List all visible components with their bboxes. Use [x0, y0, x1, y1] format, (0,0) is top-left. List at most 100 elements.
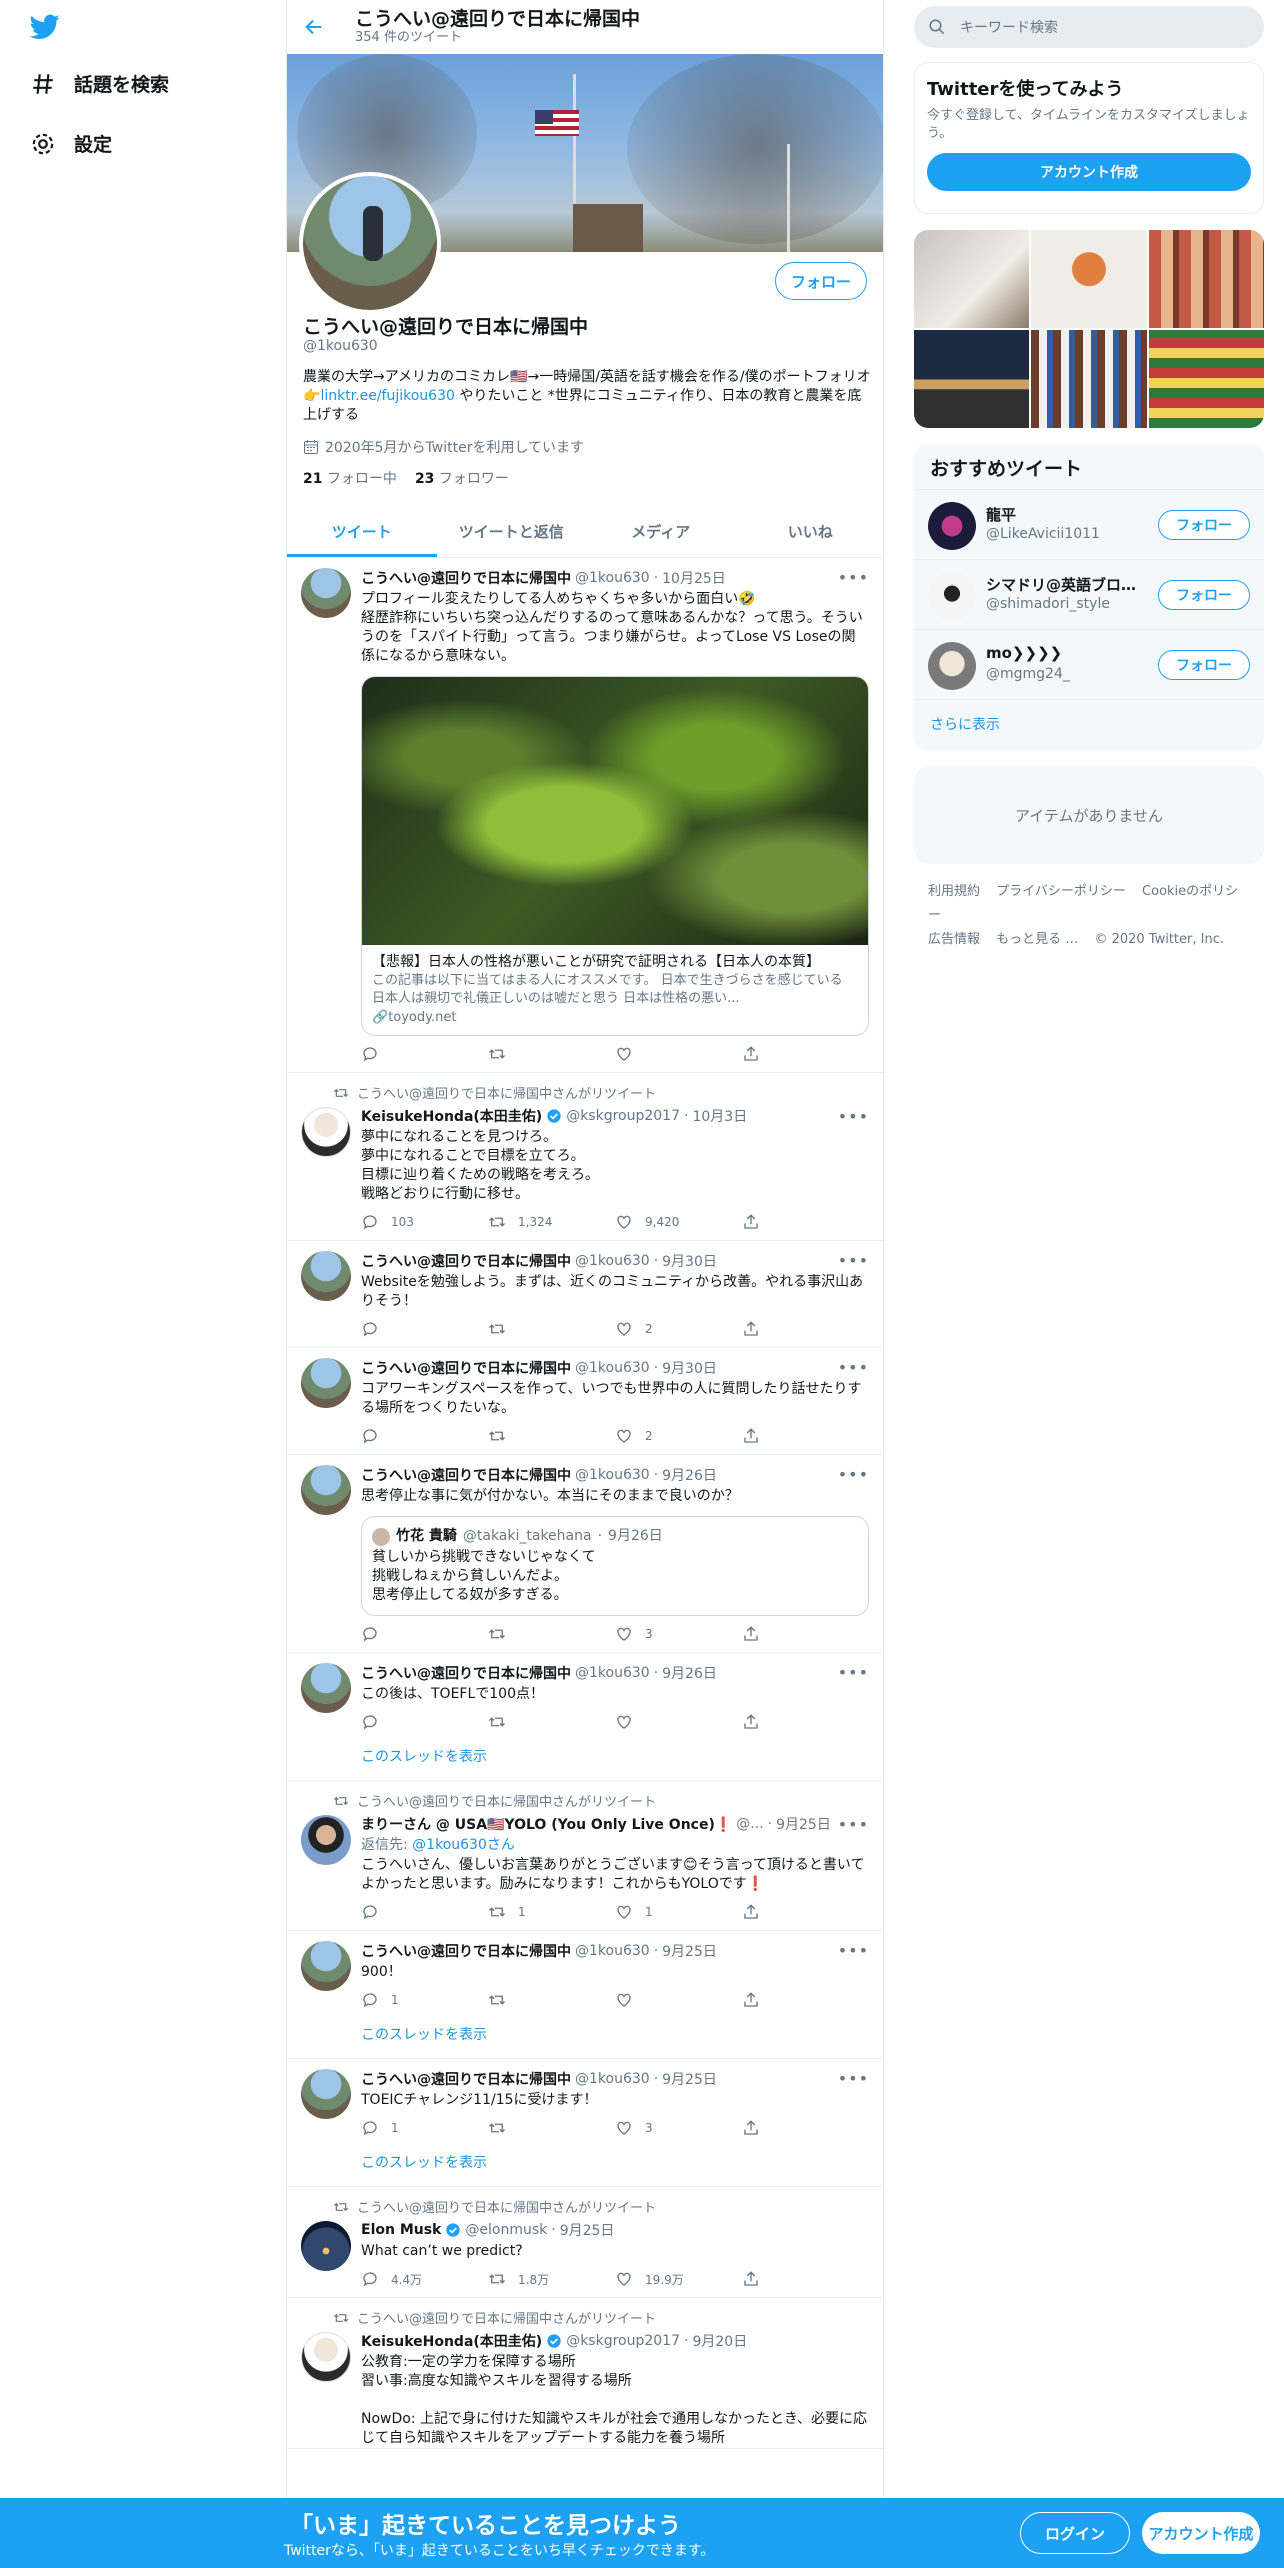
like-button[interactable] [615, 1045, 742, 1063]
retweet-button[interactable] [488, 1045, 615, 1063]
more-options-icon[interactable]: ••• [838, 1815, 869, 1834]
media-thumbnail[interactable] [1031, 330, 1147, 428]
tweet-author-handle[interactable]: @... [736, 1816, 763, 1832]
tweet[interactable]: ••• こうへい@遠回りで日本に帰国中 @1kou630 · 9月25日 900！ 1… [287, 1931, 883, 2059]
more-options-icon[interactable]: ••• [838, 2069, 869, 2088]
follow-button[interactable]: フォロー [775, 262, 867, 300]
reply-button[interactable] [361, 1045, 488, 1063]
tweet-date[interactable]: 9月25日 [662, 1941, 717, 1961]
tweet-author-name[interactable]: こうへい@遠回りで日本に帰国中 [361, 1941, 571, 1961]
like-button[interactable]: 1 [615, 1903, 742, 1921]
avatar[interactable] [301, 1941, 351, 1991]
avatar[interactable] [301, 2069, 351, 2119]
more-options-icon[interactable]: ••• [838, 1941, 869, 1960]
share-button[interactable] [742, 1713, 869, 1731]
more-options-icon[interactable]: ••• [838, 1107, 869, 1126]
followers-link[interactable]: 23 フォロワー [415, 468, 509, 488]
avatar[interactable] [301, 1663, 351, 1713]
like-button[interactable]: 2 [615, 1320, 742, 1338]
share-button[interactable] [742, 2119, 869, 2137]
share-button[interactable] [742, 1213, 869, 1231]
retweet-button[interactable] [488, 1991, 615, 2009]
tweet[interactable]: ••• こうへい@遠回りで日本に帰国中 @1kou630 · 9月30日 コアワーキン… [287, 1348, 883, 1455]
tweet-author-name[interactable]: こうへい@遠回りで日本に帰国中 [361, 568, 571, 588]
tweet-author-handle[interactable]: @1kou630 [575, 2071, 650, 2087]
footer-more[interactable]: もっと見る … [996, 932, 1078, 947]
media-thumbnail[interactable] [1148, 230, 1264, 328]
tab-media[interactable]: メディア [586, 506, 736, 557]
tweet[interactable]: こうへい@遠回りで日本に帰国中さんがリツイート KeisukeHonda(本田圭… [287, 2298, 883, 2449]
reply-to-handle[interactable]: @1kou630さん [412, 1837, 515, 1853]
tweet-author-name[interactable]: KeisukeHonda(本田圭佑) [361, 1106, 542, 1126]
more-options-icon[interactable]: ••• [838, 1251, 869, 1270]
tweet[interactable]: ••• こうへい@遠回りで日本に帰国中 @1kou630 · 9月25日 TOEICチ… [287, 2059, 883, 2187]
share-button[interactable] [742, 2270, 869, 2288]
tweet-date[interactable]: 10月25日 [662, 568, 726, 588]
tweet-date[interactable]: 9月30日 [662, 1251, 717, 1271]
share-button[interactable] [742, 1625, 869, 1643]
retweet-button[interactable] [488, 1427, 615, 1445]
footer-ads[interactable]: 広告情報 [928, 932, 980, 947]
share-button[interactable] [742, 1045, 869, 1063]
avatar[interactable] [301, 1251, 351, 1301]
nav-explore[interactable]: 話題を検索 [30, 70, 169, 97]
like-button[interactable]: 3 [615, 1625, 742, 1643]
footer-terms[interactable]: 利用規約 [928, 884, 980, 899]
follow-button[interactable]: フォロー [1158, 650, 1250, 680]
retweet-button[interactable] [488, 1713, 615, 1731]
tweet-author-handle[interactable]: @kskgroup2017 [566, 1108, 680, 1124]
retweet-button[interactable] [488, 2119, 615, 2137]
reply-button[interactable] [361, 1903, 488, 1921]
avatar[interactable] [301, 2332, 351, 2382]
reply-button[interactable]: 103 [361, 1213, 488, 1231]
tweet[interactable]: ••• こうへい@遠回りで日本に帰国中 @1kou630 · 9月26日 思考停止な事… [287, 1455, 883, 1653]
reply-button[interactable]: 4.4万 [361, 2270, 488, 2288]
media-thumbnail[interactable] [914, 230, 1030, 328]
tweet-author-handle[interactable]: @1kou630 [575, 1665, 650, 1681]
tweet-date[interactable]: 9月30日 [662, 1358, 717, 1378]
tweet[interactable]: こうへい@遠回りで日本に帰国中さんがリツイート ••• KeisukeHonda… [287, 1073, 883, 1241]
create-account-button[interactable]: アカウント作成 [927, 153, 1251, 191]
tweet[interactable]: ••• こうへい@遠回りで日本に帰国中 @1kou630 · 10月25日 プロフィー… [287, 558, 883, 1073]
show-more-link[interactable]: さらに表示 [914, 700, 1264, 748]
bio-link[interactable]: linktr.ee/fujikou630 [320, 388, 454, 404]
tweet-author-name[interactable]: こうへい@遠回りで日本に帰国中 [361, 1465, 571, 1485]
avatar[interactable] [301, 1465, 351, 1515]
footer-privacy[interactable]: プライバシーポリシー [996, 884, 1126, 899]
tweet-author-handle[interactable]: @1kou630 [575, 570, 650, 586]
more-options-icon[interactable]: ••• [838, 1358, 869, 1377]
avatar[interactable] [928, 502, 976, 550]
tweet-author-handle[interactable]: @1kou630 [575, 1943, 650, 1959]
profile-avatar[interactable] [299, 172, 441, 314]
tweet[interactable]: こうへい@遠回りで日本に帰国中さんがリツイート Elon Musk @elonmu… [287, 2187, 883, 2298]
quoted-tweet[interactable]: 竹花 貴騎 @takaki_takehana · 9月26日 貧しいから挑戦できないじ… [361, 1516, 869, 1616]
search-input[interactable]: キーワード検索 [914, 6, 1264, 48]
follow-button[interactable]: フォロー [1158, 510, 1250, 540]
tweet-author-handle[interactable]: @1kou630 [575, 1467, 650, 1483]
recommended-account[interactable]: mo❯❯❯❯ @mgmg24_ フォロー [914, 630, 1264, 700]
share-button[interactable] [742, 1991, 869, 2009]
show-thread-link[interactable]: このスレッドを表示 [361, 1740, 869, 1780]
like-button[interactable]: 2 [615, 1427, 742, 1445]
media-thumbnail[interactable] [1031, 230, 1147, 328]
like-button[interactable]: 19.9万 [615, 2270, 742, 2288]
tweet-author-name[interactable]: まりーさん @ USA🇺🇸YOLO (You Only Live Once)❗ [361, 1814, 732, 1834]
nav-settings[interactable]: 設定 [30, 130, 112, 157]
signup-button[interactable]: アカウント作成 [1142, 2512, 1260, 2554]
retweet-button[interactable]: 1.8万 [488, 2270, 615, 2288]
like-button[interactable] [615, 1991, 742, 2009]
tweet-author-name[interactable]: こうへい@遠回りで日本に帰国中 [361, 2069, 571, 2089]
more-options-icon[interactable]: ••• [838, 568, 869, 587]
tweet-author-handle[interactable]: @1kou630 [575, 1253, 650, 1269]
tweet-date[interactable]: 9月25日 [776, 1814, 831, 1834]
tweet-author-handle[interactable]: @elonmusk [465, 2222, 547, 2238]
link-card[interactable]: 【悲報】日本人の性格が悪いことが研究で証明される【日本人の本質】 この記事は以下… [361, 676, 869, 1036]
tweet[interactable]: こうへい@遠回りで日本に帰国中さんがリツイート ••• まりーさん @ USA🇺… [287, 1781, 883, 1931]
like-button[interactable]: 9,420 [615, 1213, 742, 1231]
retweet-button[interactable]: 1 [488, 1903, 615, 1921]
avatar[interactable] [301, 2221, 351, 2271]
tweet-date[interactable]: 9月25日 [560, 2220, 615, 2240]
tweet-author-name[interactable]: Elon Musk [361, 2222, 441, 2238]
avatar[interactable] [928, 642, 976, 690]
avatar[interactable] [301, 568, 351, 618]
